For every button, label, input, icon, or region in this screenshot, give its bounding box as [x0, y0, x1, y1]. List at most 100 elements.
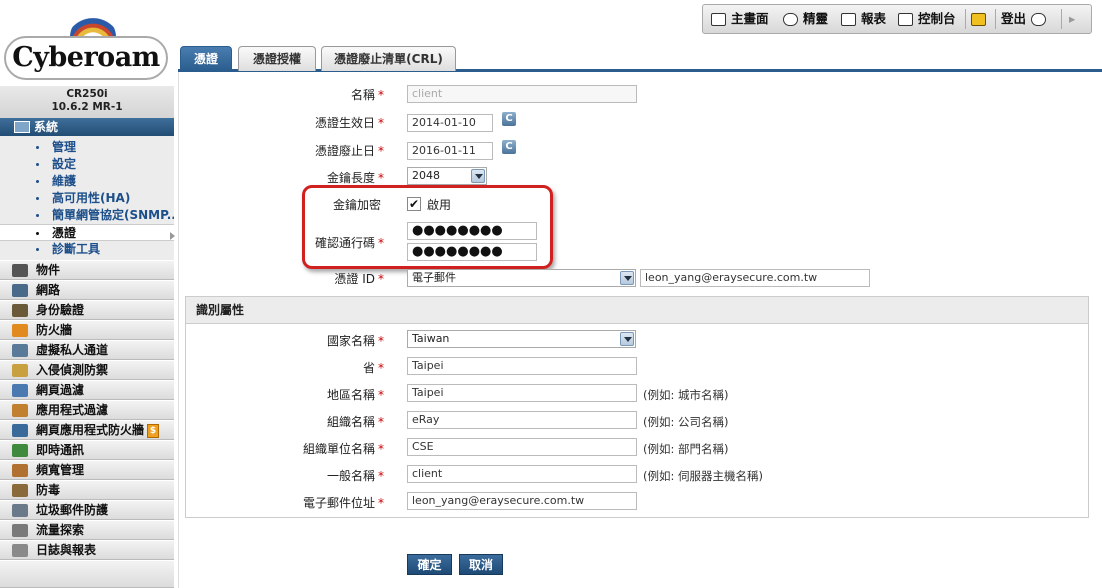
submenu-item-snmp[interactable]: 簡單網管協定(SNMP...: [0, 207, 174, 224]
users-icon: [12, 304, 28, 317]
required-marker: *: [378, 144, 384, 158]
sidebar-item-label: 防火牆: [36, 323, 73, 337]
submenu-label: 維護: [52, 174, 77, 188]
submenu-item-settings[interactable]: 設定: [0, 156, 174, 173]
ou-field[interactable]: CSE: [407, 438, 637, 456]
lock-icon: [971, 13, 986, 26]
tab-certificate-authority[interactable]: 憑證授權: [238, 46, 316, 71]
required-marker: *: [378, 272, 384, 286]
sidebar-item-network[interactable]: 網路: [0, 280, 174, 300]
device-model: CR250i: [66, 88, 108, 100]
common-name-hint: (例如: 伺服器主機名稱): [643, 469, 764, 483]
sidebar-item-antivirus[interactable]: 防毒: [0, 480, 174, 500]
logout-button[interactable]: 登出: [1001, 5, 1051, 33]
filter-icon: [12, 384, 28, 397]
sidebar-item-logs-reports[interactable]: 日誌與報表: [0, 540, 174, 560]
network-icon: [12, 284, 28, 297]
cancel-button[interactable]: 取消: [459, 554, 503, 575]
submenu-label: 診斷工具: [52, 242, 101, 256]
required-marker: *: [378, 496, 384, 510]
app-filter-icon: [12, 404, 28, 417]
submenu-item-maintenance[interactable]: 維護: [0, 173, 174, 190]
required-marker: *: [378, 469, 384, 483]
sidebar-item-app-filter[interactable]: 應用程式過濾: [0, 400, 174, 420]
submenu-item-ha[interactable]: 高可用性(HA): [0, 190, 174, 207]
calendar-icon[interactable]: C: [502, 112, 516, 126]
label-text: 國家名稱: [326, 334, 375, 348]
sidebar-item-antispam[interactable]: 垃圾郵件防護: [0, 500, 174, 520]
reports-icon: [841, 13, 856, 26]
required-marker: *: [378, 171, 384, 185]
dashboard-button[interactable]: 主畫面: [711, 5, 769, 33]
email-label: 電子郵件位址 *: [184, 494, 384, 511]
sidebar-item-traffic-discovery[interactable]: 流量探索: [0, 520, 174, 540]
label-text: 名稱: [350, 88, 375, 102]
label-text: 組織單位名稱: [302, 442, 375, 456]
cert-id-field[interactable]: leon_yang@eraysecure.com.tw: [640, 269, 870, 287]
cert-id-type-select[interactable]: 電子郵件: [407, 269, 636, 287]
submenu-item-certificate[interactable]: 憑證: [0, 224, 174, 241]
required-marker: *: [378, 388, 384, 402]
chevron-down-icon: [620, 332, 634, 346]
tab-crl[interactable]: 憑證廢止清單(CRL): [321, 46, 456, 71]
collapse-arrow-icon[interactable]: [170, 232, 175, 240]
key-length-select[interactable]: 2048: [407, 167, 487, 185]
locality-field[interactable]: Taipei: [407, 384, 637, 402]
label-text: 憑證廢止日: [314, 144, 375, 158]
sidebar-item-qos[interactable]: 頻寬管理: [0, 460, 174, 480]
province-field[interactable]: Taipei: [407, 357, 637, 375]
email-field[interactable]: leon_yang@eraysecure.com.tw: [407, 492, 637, 510]
expand-arrow-icon[interactable]: ▸: [1069, 5, 1075, 33]
org-label: 組織名稱 *: [184, 413, 384, 430]
lock-button[interactable]: [971, 5, 991, 33]
firmware-version: 10.6.2 MR-1: [51, 101, 123, 113]
sidebar: Cyberoam CR250i 10.6.2 MR-1 系統 管理 設定 維護 …: [0, 0, 174, 588]
sidebar-item-ips[interactable]: 入侵偵測防禦: [0, 360, 174, 380]
sidebar-item-label: 網頁過濾: [36, 383, 85, 397]
name-field[interactable]: client: [407, 85, 637, 103]
wizard-button[interactable]: 精靈: [783, 5, 828, 33]
select-value: 2048: [412, 169, 440, 182]
sidebar-item-vpn[interactable]: 虛擬私人通道: [0, 340, 174, 360]
identity-section: 識別屬性: [185, 296, 1089, 518]
common-name-field[interactable]: client: [407, 465, 637, 483]
org-field[interactable]: eRay: [407, 411, 637, 429]
submenu-item-diagnostics[interactable]: 診斷工具: [0, 241, 174, 258]
toolbar-divider: [995, 9, 996, 29]
select-value: 電子郵件: [412, 271, 456, 284]
sidebar-item-waf[interactable]: 網頁應用程式防火牆 $: [0, 420, 174, 440]
sidebar-item-label: 防毒: [36, 483, 61, 497]
top-toolbar: 主畫面 精靈 報表 控制台 登出 ▸: [702, 4, 1092, 34]
console-button[interactable]: 控制台: [898, 5, 956, 33]
sidebar-item-label: 日誌與報表: [36, 543, 97, 557]
submenu-label: 憑證: [52, 226, 77, 240]
ok-button[interactable]: 確定: [407, 554, 452, 575]
valid-from-label: 憑證生效日 *: [184, 114, 384, 131]
sidebar-item-web-filter[interactable]: 網頁過濾: [0, 380, 174, 400]
sidebar-item-label: 入侵偵測防禦: [36, 363, 109, 377]
sidebar-item-firewall[interactable]: 防火牆: [0, 320, 174, 340]
shield-icon: [12, 364, 28, 377]
country-select[interactable]: Taiwan: [407, 330, 636, 348]
antivirus-icon: [12, 484, 28, 497]
valid-to-field[interactable]: 2016-01-11: [407, 142, 493, 160]
valid-to-label: 憑證廢止日 *: [184, 142, 384, 159]
logo: Cyberoam: [0, 0, 174, 86]
required-marker: *: [378, 88, 384, 102]
reports-button[interactable]: 報表: [841, 5, 886, 33]
reports-label: 報表: [861, 11, 887, 26]
required-marker: *: [378, 415, 384, 429]
submenu-item-admin[interactable]: 管理: [0, 139, 174, 156]
sidebar-item-objects[interactable]: 物件: [0, 260, 174, 280]
sidebar-item-system[interactable]: 系統: [0, 118, 174, 136]
calendar-icon[interactable]: C: [502, 140, 516, 154]
cert-id-label: 憑證 ID *: [184, 270, 384, 287]
submenu-label: 設定: [52, 157, 77, 171]
sidebar-item-im[interactable]: 即時通訊: [0, 440, 174, 460]
ou-label: 組織單位名稱 *: [184, 440, 384, 457]
sidebar-item-authentication[interactable]: 身份驗證: [0, 300, 174, 320]
valid-from-field[interactable]: 2014-01-10: [407, 114, 493, 132]
device-info: CR250i 10.6.2 MR-1: [0, 86, 174, 118]
tab-certificate[interactable]: 憑證: [180, 46, 232, 71]
console-label: 控制台: [918, 11, 956, 26]
